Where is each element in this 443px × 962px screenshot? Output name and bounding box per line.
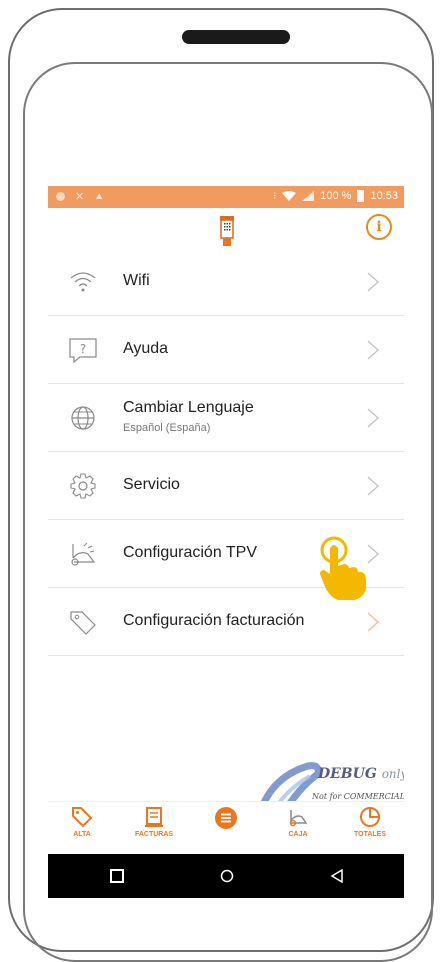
tag-icon bbox=[72, 807, 93, 828]
nav-label: CAJA bbox=[288, 831, 308, 838]
nav-totales[interactable]: TOTALES bbox=[340, 806, 400, 838]
nav-main-menu[interactable] bbox=[196, 806, 256, 830]
menu-item-ayuda[interactable]: ? Ayuda bbox=[48, 316, 404, 384]
nav-label: FACTURAS bbox=[134, 831, 174, 838]
chevron-right-icon bbox=[367, 476, 380, 496]
app-logo-icon bbox=[220, 216, 234, 246]
home-icon[interactable] bbox=[220, 869, 234, 883]
globe-icon bbox=[71, 406, 95, 430]
nav-caja[interactable]: CAJA bbox=[268, 806, 328, 838]
menu-item-servicio[interactable]: Servicio bbox=[48, 452, 404, 520]
info-button[interactable]: i bbox=[366, 214, 392, 240]
android-navigation-bar bbox=[48, 854, 404, 898]
gear-icon bbox=[70, 473, 96, 499]
menu-item-label: Wifi bbox=[123, 272, 150, 289]
menu-item-label: Configuración facturación bbox=[123, 612, 305, 629]
menu-item-cambiar-lenguaje[interactable]: Cambiar Lenguaje Español (España) bbox=[48, 384, 404, 452]
current-language: Español (España) bbox=[123, 422, 211, 434]
nav-facturas[interactable]: FACTURAS bbox=[124, 806, 184, 838]
watermark-title: DEBUG bbox=[318, 766, 377, 782]
nav-label: TOTALES bbox=[353, 831, 387, 838]
wifi-icon bbox=[70, 272, 96, 292]
chevron-right-icon bbox=[367, 340, 380, 360]
battery-icon bbox=[357, 190, 365, 202]
status-bar: ✕ ▲ ⁝ 100 % 10:53 bbox=[48, 186, 404, 208]
close-notification-icon: ✕ bbox=[75, 191, 85, 203]
app-screen: ✕ ▲ ⁝ 100 % 10:53 i Wifi ? Ayuda Cambiar… bbox=[48, 186, 404, 898]
chevron-right-icon bbox=[367, 272, 380, 292]
recent-apps-icon[interactable] bbox=[110, 869, 124, 883]
phone-speaker bbox=[182, 30, 290, 44]
menu-item-label: Configuración TPV bbox=[123, 544, 257, 561]
cash-register-icon bbox=[289, 810, 308, 827]
bottom-nav: ALTA FACTURAS CAJA TOTALES bbox=[48, 801, 404, 855]
back-icon[interactable] bbox=[330, 869, 344, 883]
tag-icon bbox=[70, 611, 96, 635]
menu-icon bbox=[215, 807, 237, 829]
pos-terminal-icon bbox=[71, 542, 96, 566]
menu-item-label: Ayuda bbox=[123, 340, 169, 357]
wifi-status-icon bbox=[282, 191, 297, 201]
svg-text:?: ? bbox=[80, 342, 86, 356]
help-icon: ? bbox=[69, 338, 97, 364]
menu-item-label: Cambiar Lenguaje bbox=[123, 399, 254, 416]
invoice-icon bbox=[145, 807, 163, 827]
notification-icon bbox=[56, 192, 65, 201]
battery-percent: 100 % bbox=[320, 190, 352, 202]
signal-icon bbox=[302, 191, 315, 201]
watermark-suffix: only bbox=[381, 767, 404, 781]
warning-icon: ▲ bbox=[94, 191, 105, 202]
menu-item-wifi[interactable]: Wifi bbox=[48, 248, 404, 316]
chevron-right-icon bbox=[367, 612, 380, 632]
nav-label: ALTA bbox=[73, 831, 91, 838]
chevron-right-icon bbox=[367, 408, 380, 428]
touch-hand-icon bbox=[320, 536, 366, 600]
status-time: 10:53 bbox=[370, 190, 398, 202]
vibrate-icon: ⁝ bbox=[273, 190, 277, 202]
menu-item-label: Servicio bbox=[123, 476, 180, 493]
pie-chart-icon bbox=[360, 807, 380, 827]
watermark-note: Not for COMMERCIAL bbox=[312, 792, 404, 801]
nav-alta[interactable]: ALTA bbox=[52, 806, 112, 838]
